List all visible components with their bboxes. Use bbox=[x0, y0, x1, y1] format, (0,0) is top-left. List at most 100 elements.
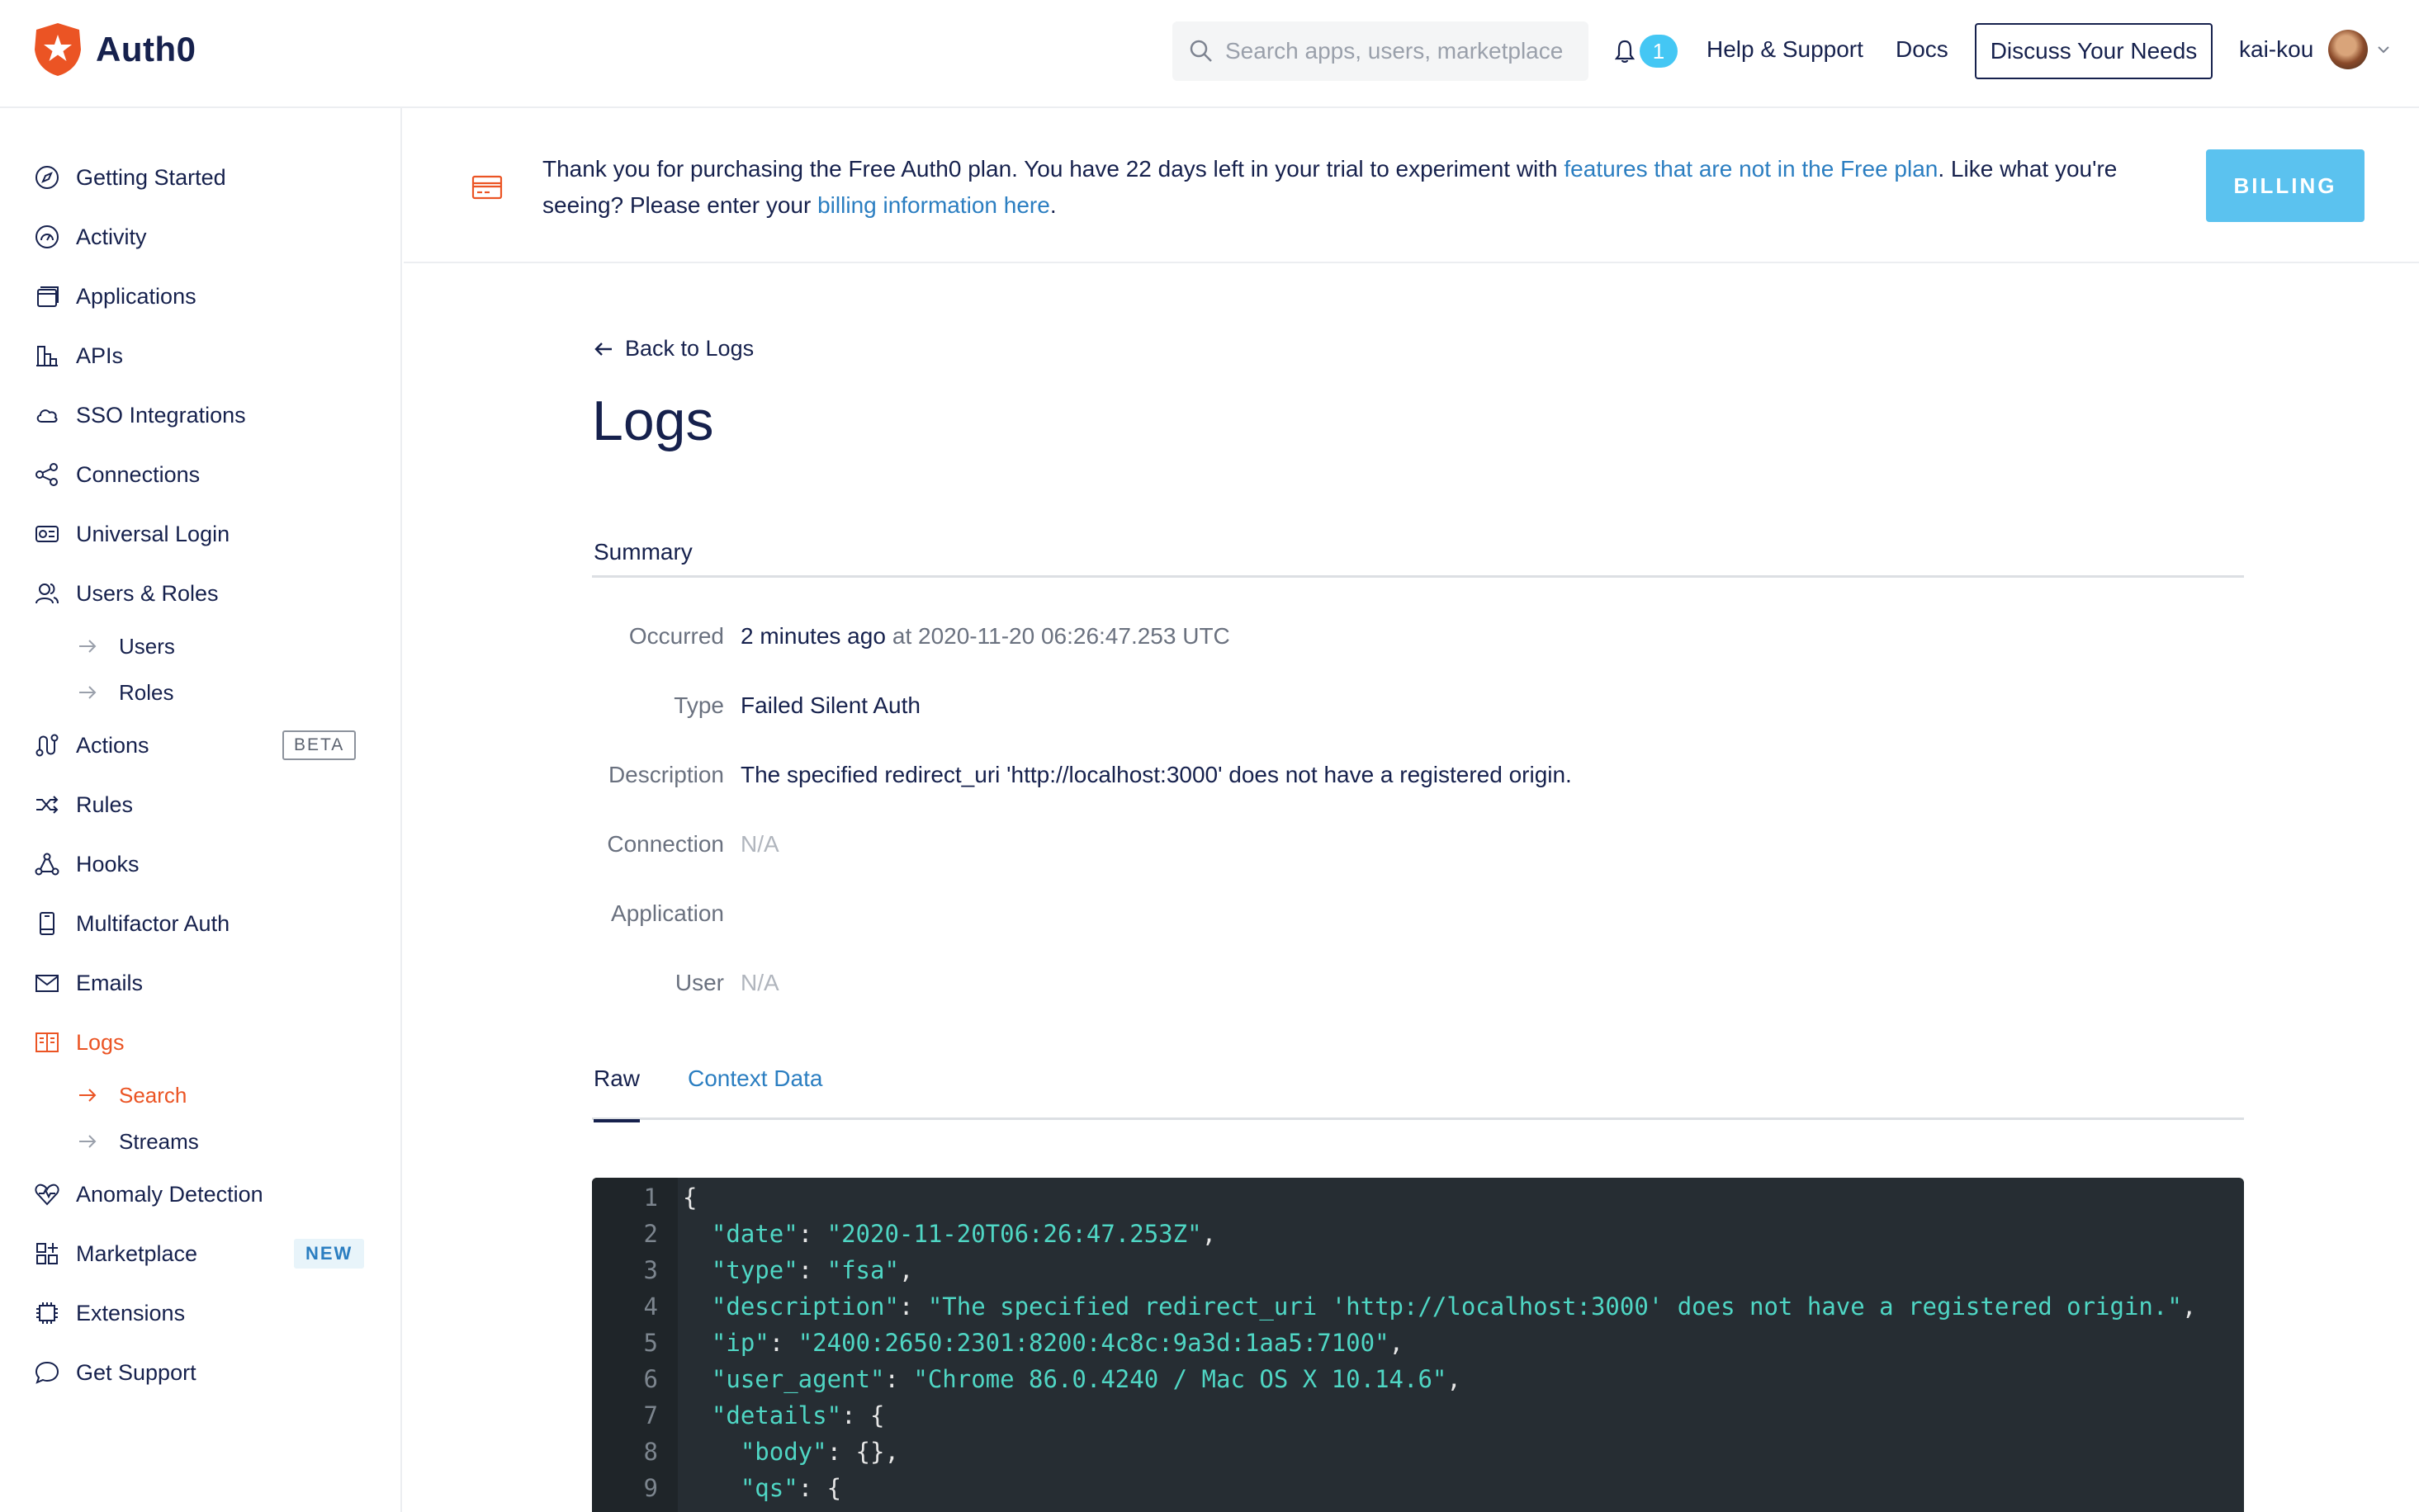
sidebar-item-anomaly-detection[interactable]: Anomaly Detection bbox=[33, 1178, 263, 1211]
flow-icon bbox=[33, 731, 61, 759]
line-number: 4 bbox=[643, 1292, 658, 1321]
sidebar-item-label: Extensions bbox=[76, 1300, 186, 1325]
sidebar-subitem-streams[interactable]: Streams bbox=[78, 1127, 199, 1156]
sidebar-item-activity[interactable]: Activity bbox=[33, 220, 147, 253]
code-line: 6 "user_agent": "Chrome 86.0.4240 / Mac … bbox=[592, 1361, 2244, 1397]
sidebar-item-label: SSO Integrations bbox=[76, 402, 246, 428]
sidebar-subitem-search[interactable]: Search bbox=[78, 1080, 187, 1110]
line-number: 2 bbox=[643, 1220, 658, 1248]
code-text: "body": {}, bbox=[740, 1438, 899, 1466]
discuss-needs-button[interactable]: Discuss Your Needs bbox=[1975, 23, 2213, 79]
logo-text: Auth0 bbox=[96, 30, 196, 69]
arrow-left-icon bbox=[594, 342, 612, 356]
code-text: "user_agent": "Chrome 86.0.4240 / Mac OS… bbox=[711, 1365, 1461, 1393]
billing-info-link[interactable]: billing information here bbox=[817, 192, 1050, 218]
features-link[interactable]: features that are not in the Free plan bbox=[1564, 156, 1938, 182]
description-row: Description The specified redirect_uri '… bbox=[592, 762, 1572, 788]
sidebar-item-label: Hooks bbox=[76, 851, 140, 876]
top-header: Auth0 1 Help & Support Docs Discuss Your… bbox=[0, 0, 2419, 108]
field-label: Description bbox=[608, 762, 724, 787]
tab-context-data[interactable]: Context Data bbox=[688, 1065, 822, 1120]
bell-icon bbox=[1615, 40, 1635, 63]
connection-row: Connection N/A bbox=[592, 831, 779, 858]
banner-text-1: Thank you for purchasing the Free Auth0 … bbox=[542, 156, 1565, 182]
sidebar: Getting Started Activity Applications AP… bbox=[0, 108, 402, 1512]
user-menu[interactable]: kai-kou bbox=[2239, 30, 2391, 69]
sidebar-item-marketplace[interactable]: Marketplace bbox=[33, 1237, 197, 1270]
login-card-icon bbox=[33, 520, 61, 548]
billing-button[interactable]: BILLING bbox=[2206, 149, 2365, 222]
sidebar-item-multifactor-auth[interactable]: Multifactor Auth bbox=[33, 907, 230, 940]
banner-message: Thank you for purchasing the Free Auth0 … bbox=[542, 151, 2119, 224]
search-input[interactable] bbox=[1225, 38, 1572, 64]
cloud-icon bbox=[33, 401, 61, 429]
sidebar-subitem-roles[interactable]: Roles bbox=[78, 678, 173, 707]
docs-link[interactable]: Docs bbox=[1896, 36, 1948, 63]
banner-text-4: . bbox=[1049, 192, 1057, 218]
raw-json-viewer[interactable]: 1{2 "date": "2020-11-20T06:26:47.253Z", 3… bbox=[592, 1178, 2244, 1512]
sidebar-subitem-label: Roles bbox=[119, 679, 174, 705]
line-number: 6 bbox=[643, 1365, 658, 1393]
sidebar-item-label: Marketplace bbox=[76, 1240, 198, 1266]
sidebar-item-hooks[interactable]: Hooks bbox=[33, 848, 140, 881]
sidebar-item-actions[interactable]: Actions bbox=[33, 729, 149, 762]
sidebar-item-label: Rules bbox=[76, 791, 134, 817]
book-icon bbox=[33, 1028, 61, 1056]
back-to-logs-link[interactable]: Back to Logs bbox=[594, 336, 754, 361]
sidebar-item-getting-started[interactable]: Getting Started bbox=[33, 161, 226, 194]
field-label: User bbox=[675, 970, 724, 995]
sidebar-item-universal-login[interactable]: Universal Login bbox=[33, 517, 230, 550]
code-text: "qs": { bbox=[740, 1474, 842, 1502]
sidebar-subitem-users[interactable]: Users bbox=[78, 631, 175, 661]
sidebar-item-label: APIs bbox=[76, 343, 124, 368]
line-number: 7 bbox=[643, 1401, 658, 1429]
page-title: Logs bbox=[592, 390, 714, 452]
sidebar-subitem-label: Search bbox=[119, 1082, 187, 1108]
heart-pulse-icon bbox=[33, 1180, 61, 1208]
shuffle-icon bbox=[33, 791, 61, 819]
sidebar-item-applications[interactable]: Applications bbox=[33, 280, 196, 313]
sidebar-item-logs[interactable]: Logs bbox=[33, 1026, 125, 1059]
window-stack-icon bbox=[33, 282, 61, 310]
gauge-icon bbox=[33, 223, 61, 251]
code-text: "ip": "2400:2650:2301:8200:4c8c:9a3d:1aa… bbox=[711, 1329, 1404, 1357]
sidebar-subitem-label: Users bbox=[119, 633, 175, 659]
sidebar-item-rules[interactable]: Rules bbox=[33, 788, 133, 821]
code-text: { bbox=[683, 1184, 698, 1212]
detail-tabs: Raw Context Data bbox=[592, 1065, 2244, 1122]
username: kai-kou bbox=[2239, 36, 2314, 62]
field-label: Occurred bbox=[628, 623, 724, 649]
banner-text-3: seeing? Please enter your bbox=[542, 192, 818, 218]
occurred-row: Occurred 2 minutes ago at 2020-11-20 06:… bbox=[592, 623, 1230, 650]
occurred-timestamp: at 2020-11-20 06:26:47.253 UTC bbox=[892, 623, 1230, 649]
users-icon bbox=[33, 579, 61, 607]
global-search[interactable] bbox=[1172, 21, 1588, 81]
hook-icon bbox=[33, 850, 61, 878]
code-line: 3 "type": "fsa", bbox=[592, 1252, 2244, 1288]
auth0-shield-icon bbox=[35, 23, 81, 76]
sidebar-item-emails[interactable]: Emails bbox=[33, 966, 143, 999]
sidebar-item-label: Multifactor Auth bbox=[76, 910, 230, 936]
sidebar-item-apis[interactable]: APIs bbox=[33, 339, 123, 372]
sidebar-item-label: Users & Roles bbox=[76, 580, 219, 606]
auth0-logo[interactable]: Auth0 bbox=[31, 21, 196, 78]
sidebar-item-sso-integrations[interactable]: SSO Integrations bbox=[33, 399, 246, 432]
code-text: "details": { bbox=[711, 1401, 885, 1429]
sidebar-subitem-label: Streams bbox=[119, 1128, 199, 1154]
grid-plus-icon bbox=[33, 1240, 61, 1268]
line-number: 5 bbox=[643, 1329, 658, 1357]
arrow-right-icon bbox=[79, 640, 97, 653]
tab-raw[interactable]: Raw bbox=[594, 1065, 641, 1122]
application-row: Application bbox=[592, 900, 741, 927]
code-text: "type": "fsa", bbox=[711, 1256, 914, 1284]
sidebar-item-label: Universal Login bbox=[76, 521, 230, 546]
sidebar-item-extensions[interactable]: Extensions bbox=[33, 1297, 185, 1330]
code-line: 5 "ip": "2400:2650:2301:8200:4c8c:9a3d:1… bbox=[592, 1325, 2244, 1361]
sidebar-item-users-roles[interactable]: Users & Roles bbox=[33, 577, 219, 610]
notifications[interactable]: 1 bbox=[1615, 35, 1678, 68]
sidebar-item-get-support[interactable]: Get Support bbox=[33, 1356, 196, 1389]
help-support-link[interactable]: Help & Support bbox=[1707, 36, 1863, 63]
code-line: 2 "date": "2020-11-20T06:26:47.253Z", bbox=[592, 1216, 2244, 1252]
sidebar-item-connections[interactable]: Connections bbox=[33, 458, 200, 491]
beta-badge: BETA bbox=[282, 730, 357, 760]
